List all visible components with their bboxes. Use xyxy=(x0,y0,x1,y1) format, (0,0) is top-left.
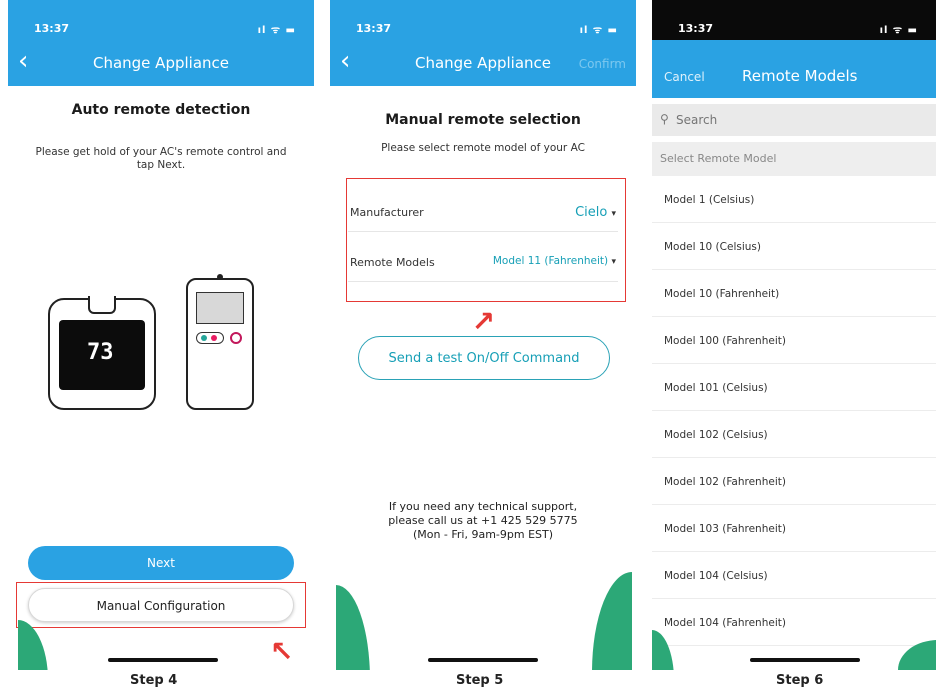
list-item[interactable]: Model 100 (Fahrenheit) xyxy=(652,317,936,364)
arrow-up-right-icon: ↖ xyxy=(472,305,496,338)
home-indicator xyxy=(750,658,860,662)
phone-step-5: 13:37 ıl ᯤ ▬ ‹ Change Appliance Confirm … xyxy=(330,0,636,670)
list-item[interactable]: Model 104 (Celsius) xyxy=(652,552,936,599)
signal-wifi-battery-icon: ıl ᯤ ▬ xyxy=(879,25,918,36)
leaf-decoration-icon xyxy=(336,585,370,670)
status-bar: 13:37 ıl ᯤ ▬ xyxy=(652,0,936,40)
nav-bar: ‹ Change Appliance Confirm xyxy=(330,40,636,86)
step-caption: Step 4 xyxy=(130,673,178,688)
page-heading: Manual remote selection xyxy=(385,112,581,128)
nav-bar: ‹ Change Appliance xyxy=(8,40,314,86)
step-caption: Step 5 xyxy=(456,673,504,688)
send-test-command-button[interactable]: Send a test On/Off Command xyxy=(358,336,610,380)
status-time: 13:37 xyxy=(678,22,714,35)
signal-wifi-battery-icon: ıl ᯤ ▬ xyxy=(257,25,296,36)
step-caption: Step 6 xyxy=(776,673,824,688)
search-bar: ⚲ xyxy=(652,104,936,136)
list-item[interactable]: Model 101 (Celsius) xyxy=(652,364,936,411)
next-button[interactable]: Next xyxy=(28,546,294,580)
confirm-button[interactable]: Confirm xyxy=(579,57,626,71)
search-icon: ⚲ xyxy=(660,112,669,126)
search-input[interactable] xyxy=(676,109,916,131)
phone-step-6: 13:37 ıl ᯤ ▬ Cancel Remote Models ⚲ Sele… xyxy=(652,0,936,670)
list-item[interactable]: Model 104 (Fahrenheit) xyxy=(652,599,936,646)
tutorial-canvas: 13:37 ıl ᯤ ▬ ‹ Change Appliance Auto rem… xyxy=(0,0,936,692)
instruction-text: Please select remote model of your AC xyxy=(381,142,585,154)
home-indicator xyxy=(108,658,218,662)
list-item[interactable]: Model 10 (Fahrenheit) xyxy=(652,270,936,317)
nav-title: Remote Models xyxy=(742,67,858,85)
support-text: If you need any technical support, pleas… xyxy=(388,500,578,541)
cancel-button[interactable]: Cancel xyxy=(664,70,705,84)
list-item[interactable]: Model 103 (Fahrenheit) xyxy=(652,505,936,552)
thermostat-temp: 73 xyxy=(87,340,114,365)
status-bar: 13:37 ıl ᯤ ▬ xyxy=(8,0,314,40)
signal-wifi-battery-icon: ıl ᯤ ▬ xyxy=(579,25,618,36)
nav-bar: Cancel Remote Models xyxy=(652,40,936,98)
list-item[interactable]: Model 102 (Celsius) xyxy=(652,411,936,458)
highlight-box xyxy=(16,582,306,628)
leaf-decoration-icon xyxy=(592,572,632,670)
status-time: 13:37 xyxy=(34,22,70,35)
list-item[interactable]: Model 1 (Celsius) xyxy=(652,176,936,223)
section-header: Select Remote Model xyxy=(652,142,936,176)
page-heading: Auto remote detection xyxy=(71,102,251,118)
home-indicator xyxy=(428,658,538,662)
model-list: Model 1 (Celsius) Model 10 (Celsius) Mod… xyxy=(652,176,936,646)
list-item[interactable]: Model 10 (Celsius) xyxy=(652,223,936,270)
list-item[interactable]: Model 102 (Fahrenheit) xyxy=(652,458,936,505)
nav-title: Change Appliance xyxy=(92,54,229,72)
phone-step-4: 13:37 ıl ᯤ ▬ ‹ Change Appliance Auto rem… xyxy=(8,0,314,670)
status-time: 13:37 xyxy=(356,22,392,35)
arrow-up-left-icon: ↖ xyxy=(270,635,294,668)
remote-control-illustration-icon xyxy=(186,274,254,410)
thermostat-illustration-icon: 73 xyxy=(48,296,156,410)
highlight-box xyxy=(346,178,626,302)
instruction-text: Please get hold of your AC's remote cont… xyxy=(35,146,287,171)
status-bar: 13:37 ıl ᯤ ▬ xyxy=(330,0,636,40)
